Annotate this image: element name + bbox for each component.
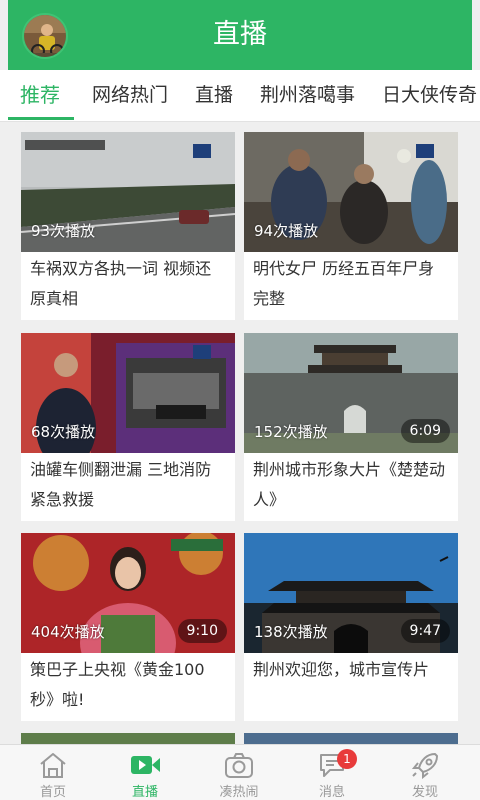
video-card[interactable]: 93次播放 车祸双方各执一词 视频还原真相: [21, 132, 235, 320]
video-title[interactable]: 车祸双方各执一词 视频还原真相: [30, 254, 227, 314]
play-count: 152次播放: [254, 423, 328, 441]
video-duration: 6:09: [400, 419, 450, 443]
video-title[interactable]: 荆州欢迎您，城市宣传片: [253, 655, 450, 685]
video-title[interactable]: 荆州城市形象大片《楚楚动人》: [253, 455, 450, 515]
play-count: 404次播放: [31, 623, 105, 641]
play-count: 138次播放: [254, 623, 328, 641]
video-card[interactable]: 68次播放 油罐车侧翻泄漏 三地消防紧急救援: [21, 333, 235, 521]
nav-live[interactable]: 直播: [100, 745, 190, 800]
app-screen: 直播 推荐 网络热门 直播 荆州落噶事 日大侠传奇 93次播放 车祸双方各执一词…: [0, 0, 480, 800]
video-thumbnail[interactable]: 138次播放 9:47: [244, 533, 458, 653]
tab-hero-legend[interactable]: 日大侠传奇: [382, 70, 477, 122]
video-card[interactable]: 152次播放 6:09 荆州城市形象大片《楚楚动人》: [244, 333, 458, 521]
video-thumbnail[interactable]: 94次播放: [244, 132, 458, 252]
video-duration: 9:47: [400, 619, 450, 643]
tab-active-indicator: [8, 117, 74, 120]
tab-online-hot[interactable]: 网络热门: [92, 70, 168, 122]
home-icon: [40, 753, 66, 778]
nav-label: 发现: [411, 785, 438, 800]
page-title: 直播: [213, 19, 267, 50]
video-title[interactable]: 策巴子上央视《黄金100秒》啦!: [30, 655, 227, 715]
video-thumbnail[interactable]: 404次播放 9:10: [21, 533, 235, 653]
video-card[interactable]: 138次播放 9:47 荆州欢迎您，城市宣传片: [244, 533, 458, 721]
video-thumbnail[interactable]: 68次播放: [21, 333, 235, 453]
play-count: 93次播放: [31, 222, 96, 240]
nav-label: 直播: [131, 785, 158, 800]
rocket-icon: [411, 753, 438, 779]
play-count: 94次播放: [254, 222, 319, 240]
tab-live[interactable]: 直播: [195, 70, 233, 122]
nav-discover[interactable]: 发现: [380, 745, 470, 800]
nav-home[interactable]: 首页: [8, 745, 98, 800]
bottom-navigation: 首页 直播 凑热闹 1 消息 发现: [0, 744, 480, 800]
video-card[interactable]: [21, 733, 235, 744]
nav-messages[interactable]: 1 消息: [287, 745, 377, 800]
video-duration: 9:10: [177, 619, 227, 643]
video-thumbnail[interactable]: 93次播放: [21, 132, 235, 252]
video-card[interactable]: 404次播放 9:10 策巴子上央视《黄金100秒》啦!: [21, 533, 235, 721]
nav-label: 首页: [39, 785, 66, 800]
category-tabs: 推荐 网络热门 直播 荆州落噶事 日大侠传奇: [0, 70, 480, 122]
video-card[interactable]: [244, 733, 458, 744]
video-title[interactable]: 明代女尸 历经五百年尸身完整: [253, 254, 450, 314]
app-header: 直播: [8, 0, 472, 70]
tab-jingzhou-stories[interactable]: 荆州落噶事: [260, 70, 355, 122]
nav-label: 凑热闹: [219, 785, 259, 800]
play-count: 68次播放: [31, 423, 96, 441]
video-card[interactable]: 94次播放 明代女尸 历经五百年尸身完整: [244, 132, 458, 320]
camera-icon: [225, 753, 253, 778]
video-title[interactable]: 油罐车侧翻泄漏 三地消防紧急救援: [30, 455, 227, 515]
tab-recommend[interactable]: 推荐: [20, 70, 60, 122]
nav-join-fun[interactable]: 凑热闹: [194, 745, 284, 800]
unread-badge: 1: [337, 749, 357, 769]
video-thumbnail[interactable]: 152次播放 6:09: [244, 333, 458, 453]
video-icon: [131, 756, 160, 774]
video-feed[interactable]: 93次播放 车祸双方各执一词 视频还原真相 94次播放 明代女尸 历经五百年尸身…: [0, 122, 480, 744]
nav-label: 消息: [318, 785, 345, 800]
